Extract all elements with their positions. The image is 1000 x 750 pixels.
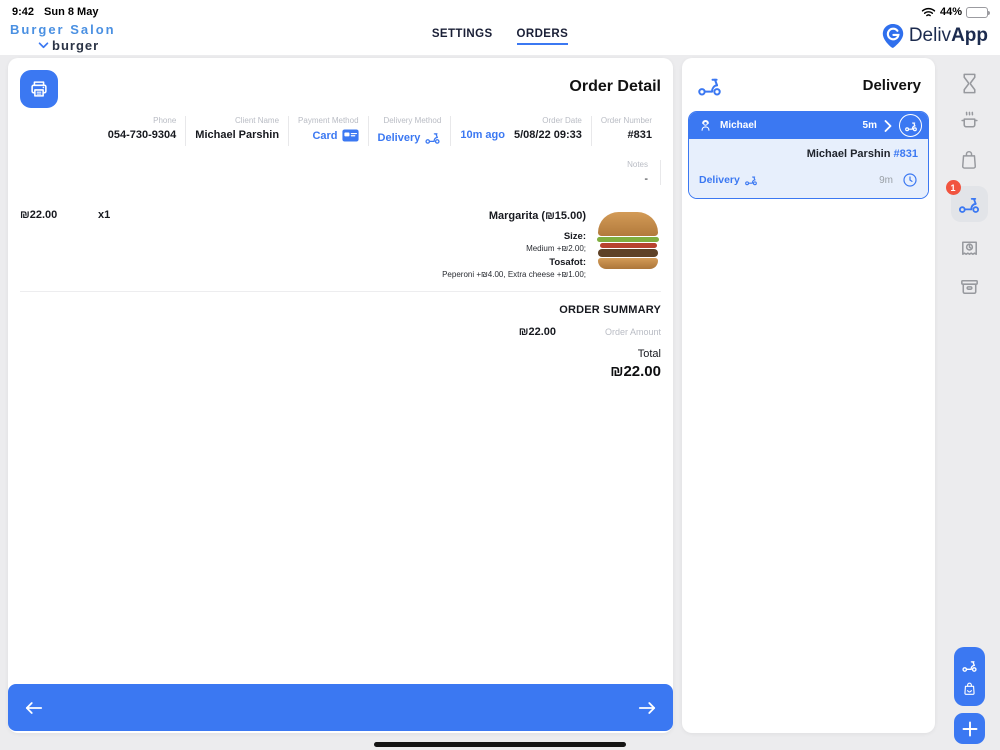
next-order-button[interactable] (633, 694, 661, 722)
credit-card-icon (341, 129, 359, 142)
add-order-button[interactable] (954, 713, 985, 744)
courier-name: Michael (720, 120, 757, 131)
clock-icon[interactable] (902, 172, 918, 188)
delivapp-pin-icon (881, 23, 905, 49)
scooter-icon (696, 72, 723, 99)
notification-badge: 1 (945, 180, 961, 195)
tab-settings[interactable]: SETTINGS (432, 28, 493, 45)
pending-orders-tab[interactable] (959, 72, 980, 95)
main-area: Order Detail Phone 054-730-9304 Client N… (0, 55, 1000, 750)
takeaway-bag-icon (962, 681, 977, 696)
cooking-orders-tab[interactable] (958, 110, 981, 133)
order-nav-bar (8, 684, 673, 731)
bag-icon (959, 148, 979, 171)
ticket-clock-icon (958, 237, 981, 260)
clock-time: 9:42 (12, 6, 35, 18)
option-group-label: Size: (563, 231, 586, 242)
closed-orders-tab[interactable] (958, 275, 981, 298)
item-line-total: ₪22.00 (20, 209, 58, 221)
printer-icon (28, 78, 50, 100)
sidebar-actions (954, 647, 985, 744)
order-summary-title: ORDER SUMMARY (559, 304, 661, 316)
main-tabs: SETTINGS ORDERS (0, 28, 1000, 45)
time-ago: 10m ago (460, 129, 505, 141)
wifi-icon (921, 7, 936, 18)
logo-text: DelivApp (908, 25, 988, 46)
print-button[interactable] (20, 70, 58, 108)
archive-box-icon (958, 275, 981, 298)
courier-time: 5m (862, 120, 877, 131)
arrow-left-icon (23, 699, 45, 717)
divider (20, 291, 661, 292)
order-meta-row: Phone 054-730-9304 Client Name Michael P… (8, 116, 673, 146)
courier-icon (698, 118, 713, 133)
courier-bar: Michael 5m (689, 112, 928, 139)
option-group-label: Tosafot: (549, 257, 586, 268)
scooter-icon (960, 657, 979, 674)
field-order-number: Order Number #831 (590, 116, 661, 146)
app-screen: 9:42 Sun 8 May 44% Burger Salon burger S… (0, 0, 1000, 750)
field-payment-method: Payment Method Card (288, 116, 367, 146)
scheduled-orders-tab[interactable] (958, 237, 981, 260)
delivery-job-card[interactable]: Michael 5m Michael Parshin #831 Delivery… (688, 111, 929, 199)
delivery-panel: Delivery Michael 5m Michael Parshin #831… (682, 58, 935, 733)
delivery-pickup-toggle[interactable] (954, 647, 985, 706)
home-indicator[interactable] (374, 742, 626, 747)
arrow-right-icon (636, 699, 658, 717)
field-phone: Phone 054-730-9304 (107, 116, 177, 141)
field-client-name: Client Name Michael Parshin (185, 116, 288, 146)
status-bar: 9:42 Sun 8 May 44% (0, 0, 1000, 20)
hourglass-icon (959, 72, 980, 95)
delivery-orders-tab[interactable]: 1 (945, 180, 988, 222)
total-label: Total (637, 348, 661, 360)
chevron-right-icon[interactable] (884, 119, 892, 132)
field-order-date: Order Date 10m ago 5/08/22 09:33 (450, 116, 591, 146)
item-details: Margarita (₪15.00) Size: Medium +₪2.00; … (442, 209, 586, 279)
delivery-eta: 9m (879, 174, 893, 186)
order-amount-label: Order Amount (604, 327, 661, 337)
order-summary: ORDER SUMMARY ₪22.00 Order Amount Total … (8, 304, 673, 380)
delivery-job-body: Michael Parshin #831 Delivery 9m (689, 139, 928, 198)
order-detail-title: Order Detail (569, 78, 661, 95)
delivapp-logo: DelivApp (881, 23, 988, 49)
tab-orders[interactable]: ORDERS (516, 28, 569, 45)
option-group-value: Medium +₪2.00; (526, 244, 586, 253)
delivery-status: Delivery (699, 173, 758, 187)
delivery-order-number[interactable]: #831 (894, 148, 918, 160)
ready-orders-tab[interactable] (959, 148, 979, 171)
plus-icon (961, 720, 979, 738)
item-photo-burger (595, 209, 661, 271)
total-value: ₪22.00 (610, 363, 661, 380)
cooking-pot-icon (958, 110, 981, 133)
item-quantity: x1 (98, 209, 111, 221)
app-header: Burger Salon burger SETTINGS ORDERS Deli… (0, 20, 1000, 55)
notes-field: Notes - (8, 160, 661, 185)
field-delivery-method: Delivery Method Delivery (367, 116, 451, 146)
prev-order-button[interactable] (20, 694, 48, 722)
scooter-icon (744, 173, 758, 187)
assign-courier-button[interactable] (899, 114, 922, 137)
item-name: Margarita (₪15.00) (488, 210, 586, 222)
order-amount-value: ₪22.00 (518, 326, 556, 338)
scooter-icon (957, 192, 981, 216)
order-status-sidebar: 1 (938, 58, 1000, 750)
battery-percent: 44% (939, 6, 962, 18)
scooter-icon (424, 129, 441, 146)
option-group-value: Peperoni +₪4.00, Extra cheese +₪1.00; (442, 270, 586, 279)
delivery-client-name: Michael Parshin (806, 148, 891, 160)
battery-icon (966, 6, 990, 18)
order-item-row: ₪22.00 x1 Margarita (₪15.00) Size: Mediu… (8, 209, 673, 279)
scooter-icon (904, 119, 918, 133)
delivery-panel-title: Delivery (862, 77, 921, 94)
order-detail-panel: Order Detail Phone 054-730-9304 Client N… (8, 58, 673, 733)
clock-date: Sun 8 May (44, 6, 99, 18)
